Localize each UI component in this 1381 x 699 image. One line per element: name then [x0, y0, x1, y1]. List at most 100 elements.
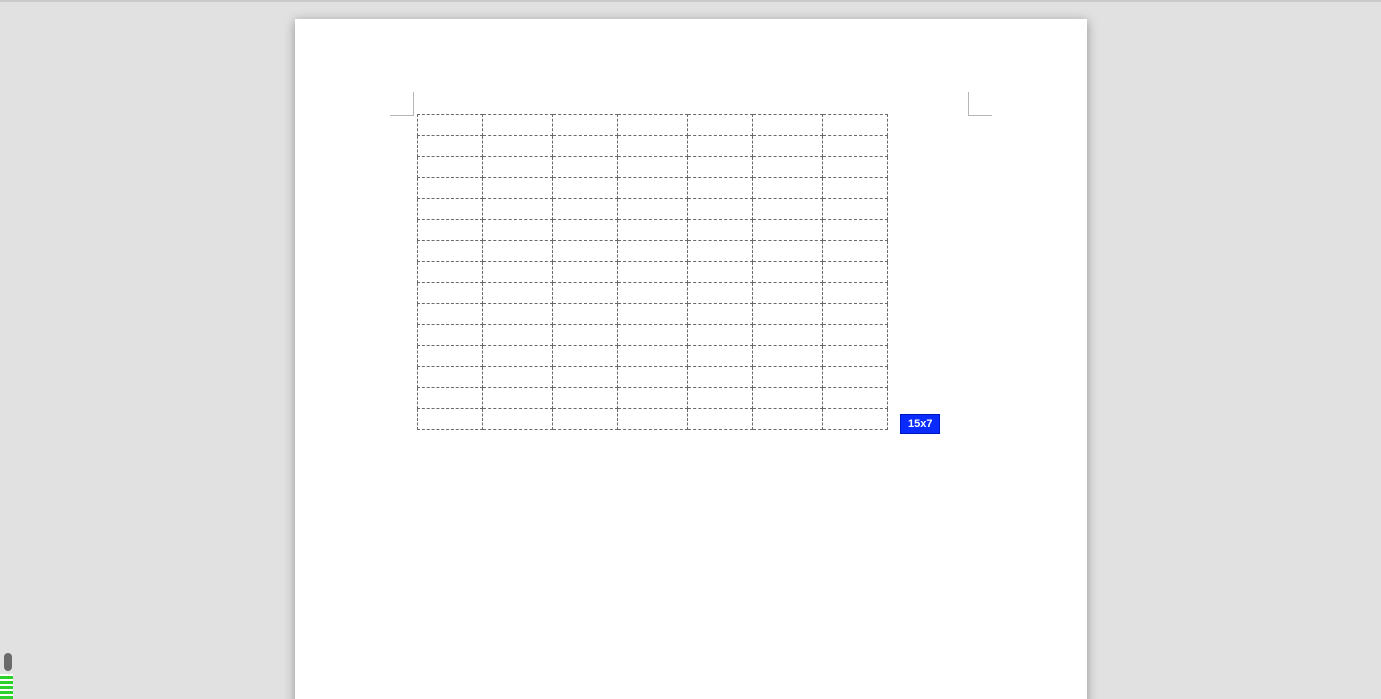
table-cell[interactable]: [553, 325, 618, 346]
table-cell[interactable]: [418, 409, 483, 430]
table-row[interactable]: [418, 346, 888, 367]
table-cell[interactable]: [418, 220, 483, 241]
table-cell[interactable]: [688, 199, 753, 220]
table-cell[interactable]: [753, 346, 823, 367]
table-cell[interactable]: [688, 220, 753, 241]
table-cell[interactable]: [753, 136, 823, 157]
table-cell[interactable]: [618, 409, 688, 430]
table-cell[interactable]: [823, 241, 888, 262]
table-cell[interactable]: [483, 136, 553, 157]
table-cell[interactable]: [753, 262, 823, 283]
table-cell[interactable]: [553, 178, 618, 199]
table-cell[interactable]: [618, 241, 688, 262]
table-cell[interactable]: [618, 367, 688, 388]
table-cell[interactable]: [688, 178, 753, 199]
table-cell[interactable]: [753, 115, 823, 136]
table-cell[interactable]: [618, 262, 688, 283]
table-cell[interactable]: [823, 388, 888, 409]
table-cell[interactable]: [618, 283, 688, 304]
table-cell[interactable]: [418, 262, 483, 283]
table-cell[interactable]: [483, 367, 553, 388]
table-cell[interactable]: [553, 388, 618, 409]
table-row[interactable]: [418, 304, 888, 325]
table-cell[interactable]: [618, 346, 688, 367]
table-cell[interactable]: [418, 388, 483, 409]
table-cell[interactable]: [823, 325, 888, 346]
table-cell[interactable]: [418, 241, 483, 262]
table-cell[interactable]: [553, 199, 618, 220]
table-cell[interactable]: [688, 157, 753, 178]
table-row[interactable]: [418, 283, 888, 304]
table-cell[interactable]: [618, 388, 688, 409]
table-row[interactable]: [418, 388, 888, 409]
table-cell[interactable]: [823, 136, 888, 157]
table-cell[interactable]: [483, 199, 553, 220]
table-row[interactable]: [418, 157, 888, 178]
table-cell[interactable]: [823, 199, 888, 220]
table-row[interactable]: [418, 136, 888, 157]
table-cell[interactable]: [753, 178, 823, 199]
table-cell[interactable]: [483, 409, 553, 430]
table-row[interactable]: [418, 241, 888, 262]
table-cell[interactable]: [418, 346, 483, 367]
table-cell[interactable]: [753, 283, 823, 304]
table-cell[interactable]: [688, 115, 753, 136]
table-cell[interactable]: [553, 367, 618, 388]
table-cell[interactable]: [823, 367, 888, 388]
table-cell[interactable]: [418, 157, 483, 178]
dashed-table[interactable]: [417, 114, 888, 430]
table-cell[interactable]: [618, 136, 688, 157]
table-cell[interactable]: [823, 346, 888, 367]
table-cell[interactable]: [483, 220, 553, 241]
table-row[interactable]: [418, 115, 888, 136]
table-cell[interactable]: [688, 304, 753, 325]
table-cell[interactable]: [483, 241, 553, 262]
table-cell[interactable]: [688, 262, 753, 283]
table-cell[interactable]: [483, 115, 553, 136]
table-cell[interactable]: [823, 157, 888, 178]
table-row[interactable]: [418, 325, 888, 346]
table-cell[interactable]: [823, 220, 888, 241]
table-cell[interactable]: [483, 325, 553, 346]
table-cell[interactable]: [823, 283, 888, 304]
table-cell[interactable]: [553, 136, 618, 157]
table-cell[interactable]: [753, 325, 823, 346]
table-cell[interactable]: [483, 262, 553, 283]
table-cell[interactable]: [618, 157, 688, 178]
table-cell[interactable]: [753, 157, 823, 178]
scroll-nub-icon[interactable]: [4, 653, 12, 671]
table-cell[interactable]: [618, 199, 688, 220]
table-cell[interactable]: [823, 115, 888, 136]
table-cell[interactable]: [483, 178, 553, 199]
table-cell[interactable]: [553, 346, 618, 367]
table-cell[interactable]: [418, 136, 483, 157]
table-cell[interactable]: [418, 304, 483, 325]
table-selection-area[interactable]: [417, 114, 888, 430]
table-row[interactable]: [418, 262, 888, 283]
table-cell[interactable]: [688, 283, 753, 304]
table-cell[interactable]: [553, 157, 618, 178]
table-cell[interactable]: [753, 304, 823, 325]
table-cell[interactable]: [753, 367, 823, 388]
table-cell[interactable]: [418, 199, 483, 220]
table-row[interactable]: [418, 220, 888, 241]
table-cell[interactable]: [553, 262, 618, 283]
table-cell[interactable]: [418, 115, 483, 136]
table-cell[interactable]: [753, 199, 823, 220]
table-cell[interactable]: [688, 325, 753, 346]
table-cell[interactable]: [688, 346, 753, 367]
document-page[interactable]: 15x7: [295, 19, 1087, 699]
table-cell[interactable]: [618, 220, 688, 241]
table-cell[interactable]: [688, 136, 753, 157]
table-cell[interactable]: [753, 388, 823, 409]
table-row[interactable]: [418, 367, 888, 388]
table-cell[interactable]: [418, 178, 483, 199]
table-cell[interactable]: [553, 241, 618, 262]
table-cell[interactable]: [618, 325, 688, 346]
table-cell[interactable]: [483, 304, 553, 325]
table-cell[interactable]: [823, 262, 888, 283]
table-cell[interactable]: [418, 325, 483, 346]
table-cell[interactable]: [688, 409, 753, 430]
table-cell[interactable]: [688, 367, 753, 388]
table-cell[interactable]: [483, 346, 553, 367]
